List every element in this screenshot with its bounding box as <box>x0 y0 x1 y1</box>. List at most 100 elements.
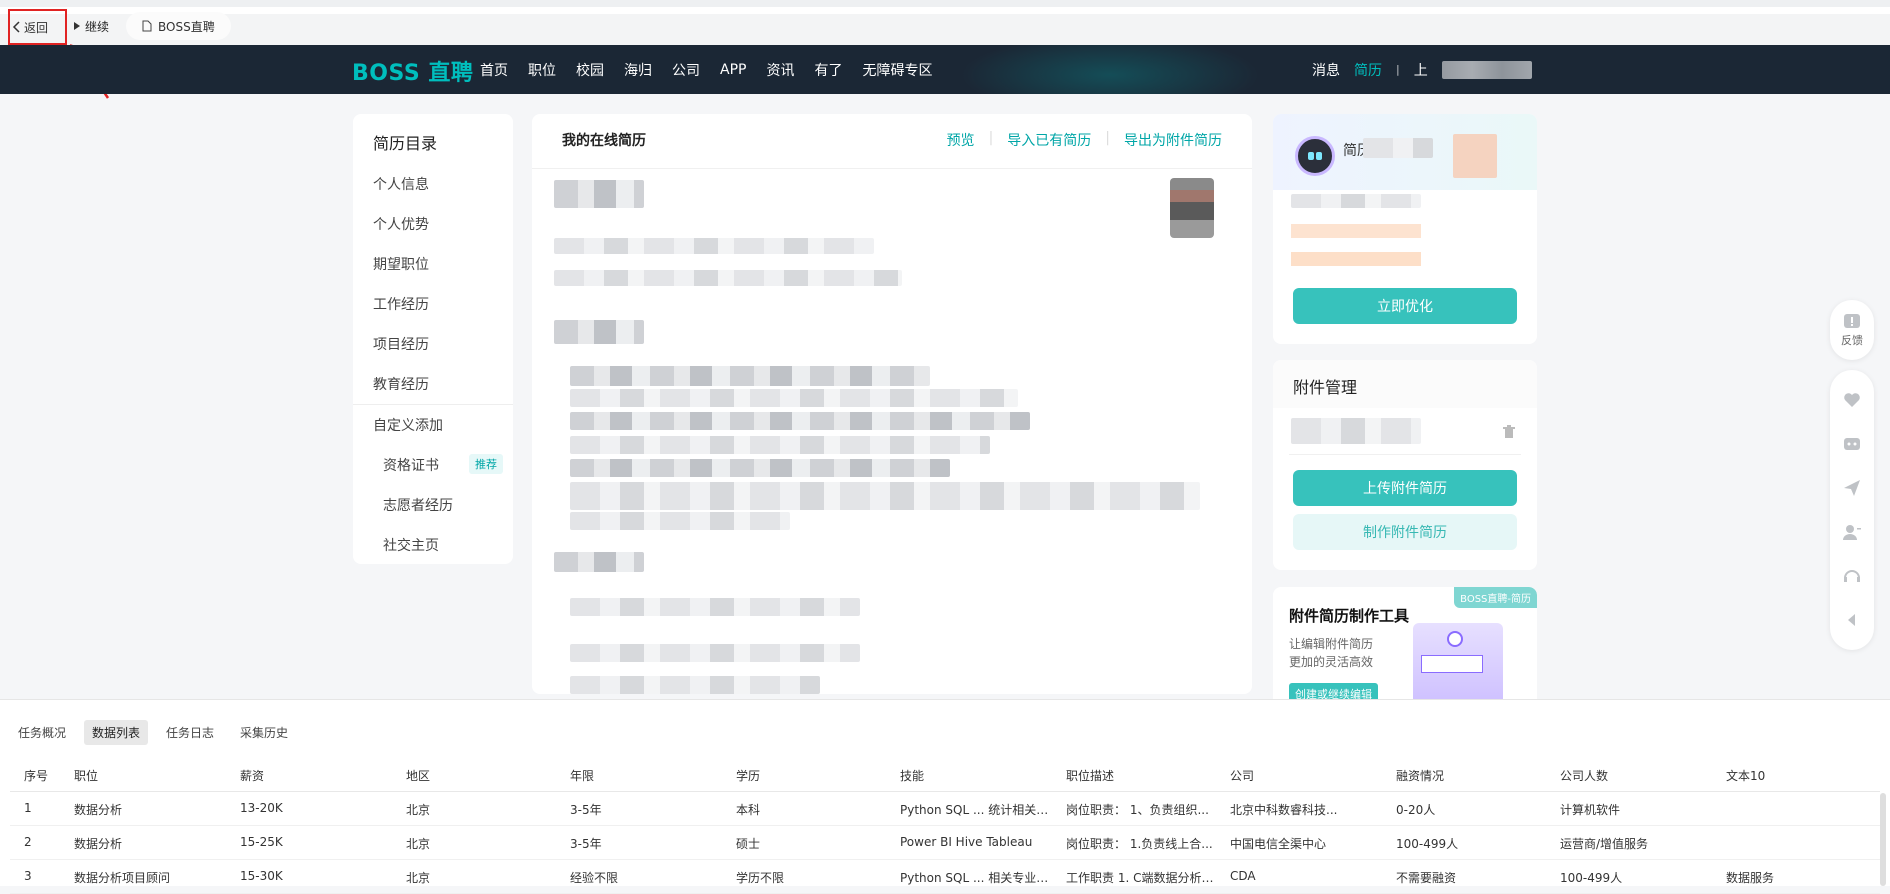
table-cell: 100-499人 <box>1560 871 1623 885</box>
header-glow <box>960 45 1260 94</box>
column-header: 序号 <box>24 769 49 783</box>
catalog-custom-add[interactable]: 自定义添加 <box>373 415 443 435</box>
blurred-advantages-text[interactable] <box>570 412 1030 430</box>
column-header: 学历 <box>736 769 761 783</box>
nav-overseas[interactable]: 海归 <box>624 60 652 80</box>
table-row[interactable]: 3 数据分析项目顾问 15-30K 北京 经验不限 学历不限 Python SQL ... … <box>10 860 1880 894</box>
column-header: 职位 <box>74 769 99 783</box>
action-separator: | <box>988 130 994 146</box>
blurred-advantages-text[interactable] <box>570 512 790 530</box>
tools-group <box>1830 370 1874 650</box>
resume-optimize-card: 简历 立即优化 <box>1273 114 1537 344</box>
tab-task-log[interactable]: 任务日志 <box>158 720 222 745</box>
blurred-attachment-file[interactable] <box>1291 418 1421 444</box>
blurred-expectation-row[interactable] <box>570 598 860 616</box>
catalog-item-volunteer[interactable]: 志愿者经历 <box>383 495 453 515</box>
catalog-item-social[interactable]: 社交主页 <box>383 535 439 555</box>
make-attachment-button[interactable]: 制作附件简历 <box>1293 514 1517 550</box>
table-cell: 数据分析 <box>74 837 123 851</box>
nav-app[interactable]: APP <box>720 62 746 78</box>
blurred-advantages-text[interactable] <box>570 389 1018 407</box>
blurred-expectation-row[interactable] <box>570 644 860 662</box>
catalog-item-projects[interactable]: 项目经历 <box>373 334 429 354</box>
tab-data-list[interactable]: 数据列表 <box>84 720 149 745</box>
column-header: 职位描述 <box>1066 769 1115 783</box>
document-icon <box>142 20 152 32</box>
favorite-button[interactable] <box>1830 378 1874 422</box>
data-table: 序号 职位 薪资 地区 年限 学历 技能 职位描述 公司 融资情况 公司人数 文本10 1 数据分析 13-… <box>10 758 1880 894</box>
catalog-item-education[interactable]: 教育经历 <box>373 374 429 394</box>
send-button[interactable] <box>1830 466 1874 510</box>
nav-campus[interactable]: 校园 <box>576 60 604 80</box>
table-cell: 北京 <box>406 803 431 817</box>
blurred-expectation-row[interactable] <box>570 676 820 694</box>
nav-home[interactable]: 首页 <box>480 60 508 80</box>
resume-title: 我的在线简历 <box>562 133 646 149</box>
nav-company[interactable]: 公司 <box>672 60 700 80</box>
import-resume-link[interactable]: 导入已有简历 <box>1007 130 1091 150</box>
catalog-item-work-experience[interactable]: 工作经历 <box>373 294 429 314</box>
column-header: 地区 <box>406 769 431 783</box>
tab-task-overview[interactable]: 任务概况 <box>10 720 74 745</box>
chat-button[interactable] <box>1830 422 1874 466</box>
nav-accessibility[interactable]: 无障碍专区 <box>862 60 932 80</box>
contacts-button[interactable] <box>1830 510 1874 554</box>
catalog-item-advantages[interactable]: 个人优势 <box>373 214 429 234</box>
table-cell: Power BI Hive Tableau <box>900 835 1033 849</box>
table-row[interactable]: 1 数据分析 13-20K 北京 3-5年 本科 Python SQL ... 统计相关专.… <box>10 792 1880 826</box>
preview-link[interactable]: 预览 <box>947 130 975 150</box>
attachment-tool-card[interactable]: BOSS直聘-简历 附件简历制作工具 让编辑附件简历 更加的灵活高效 创建或继续… <box>1273 587 1537 707</box>
tab-history[interactable]: 采集历史 <box>232 720 296 745</box>
catalog-item-expected-position[interactable]: 期望职位 <box>373 254 429 274</box>
nav-news[interactable]: 资讯 <box>766 60 794 80</box>
blurred-basic-info[interactable] <box>554 238 874 254</box>
blurred-name[interactable] <box>554 180 644 208</box>
feedback-button[interactable]: 反馈 <box>1830 308 1874 352</box>
avatar[interactable] <box>1170 178 1214 238</box>
user-name-blurred[interactable] <box>1441 60 1532 79</box>
feedback-group: 反馈 <box>1830 300 1874 360</box>
recommend-badge: 推荐 <box>469 454 503 474</box>
scraper-panel: 任务概况 数据列表 任务日志 采集历史 序号 职位 薪资 地区 年限 学历 技能 职位描述 公司… <box>0 699 1890 894</box>
table-scrollbar[interactable] <box>1880 793 1886 886</box>
main-nav: 首页 职位 校园 海归 公司 APP 资讯 有了 无障碍专区 <box>480 45 932 94</box>
table-cell: 北京中科数睿科技... <box>1230 803 1338 817</box>
export-attachment-link[interactable]: 导出为附件简历 <box>1124 130 1222 150</box>
table-cell: 学历不限 <box>736 871 785 885</box>
collapse-button[interactable] <box>1830 598 1874 642</box>
feedback-icon <box>1844 314 1860 328</box>
blurred-advantages-text[interactable] <box>570 366 930 386</box>
catalog-item-personal-info[interactable]: 个人信息 <box>373 174 429 194</box>
blurred-ai-text <box>1291 194 1421 208</box>
column-header: 融资情况 <box>1396 769 1445 783</box>
column-header: 公司人数 <box>1560 769 1609 783</box>
optimize-button[interactable]: 立即优化 <box>1293 288 1517 324</box>
nav-jobs[interactable]: 职位 <box>528 60 556 80</box>
support-button[interactable] <box>1830 554 1874 598</box>
table-cell: 3-5年 <box>570 803 602 817</box>
blurred-contact-info[interactable] <box>554 270 902 286</box>
upload-attachment-button[interactable]: 上传附件简历 <box>1293 470 1517 506</box>
nav-youle[interactable]: 有了 <box>814 60 842 80</box>
blurred-advantages-text[interactable] <box>570 459 950 477</box>
action-separator: | <box>1105 130 1110 146</box>
browser-toolbar <box>0 0 1890 52</box>
column-header: 公司 <box>1230 769 1255 783</box>
back-button[interactable]: 返回 <box>8 9 67 45</box>
blurred-ai-highlight <box>1291 252 1421 266</box>
catalog-item-certificates[interactable]: 资格证书 <box>383 455 439 475</box>
nav-messages[interactable]: 消息 <box>1312 60 1340 80</box>
nav-separator: | <box>1396 63 1400 76</box>
blurred-advantages-text[interactable] <box>570 482 1200 510</box>
table-row[interactable]: 2 数据分析 15-25K 北京 3-5年 硕士 Power BI Hive Tableau… <box>10 826 1880 860</box>
table-cell: 15-25K <box>240 835 283 849</box>
blurred-advantages-text[interactable] <box>570 436 990 454</box>
nav-upload[interactable]: 上 <box>1414 60 1428 80</box>
nav-resume[interactable]: 简历 <box>1354 60 1382 80</box>
table-cell: 2 <box>24 835 32 849</box>
trash-icon[interactable] <box>1503 425 1515 439</box>
browser-tab[interactable]: BOSS直聘 <box>126 12 231 40</box>
table-cell: 北京 <box>406 871 431 885</box>
site-logo[interactable]: BOSS 直聘 <box>352 55 473 87</box>
forward-button[interactable]: 继续 <box>67 14 115 38</box>
